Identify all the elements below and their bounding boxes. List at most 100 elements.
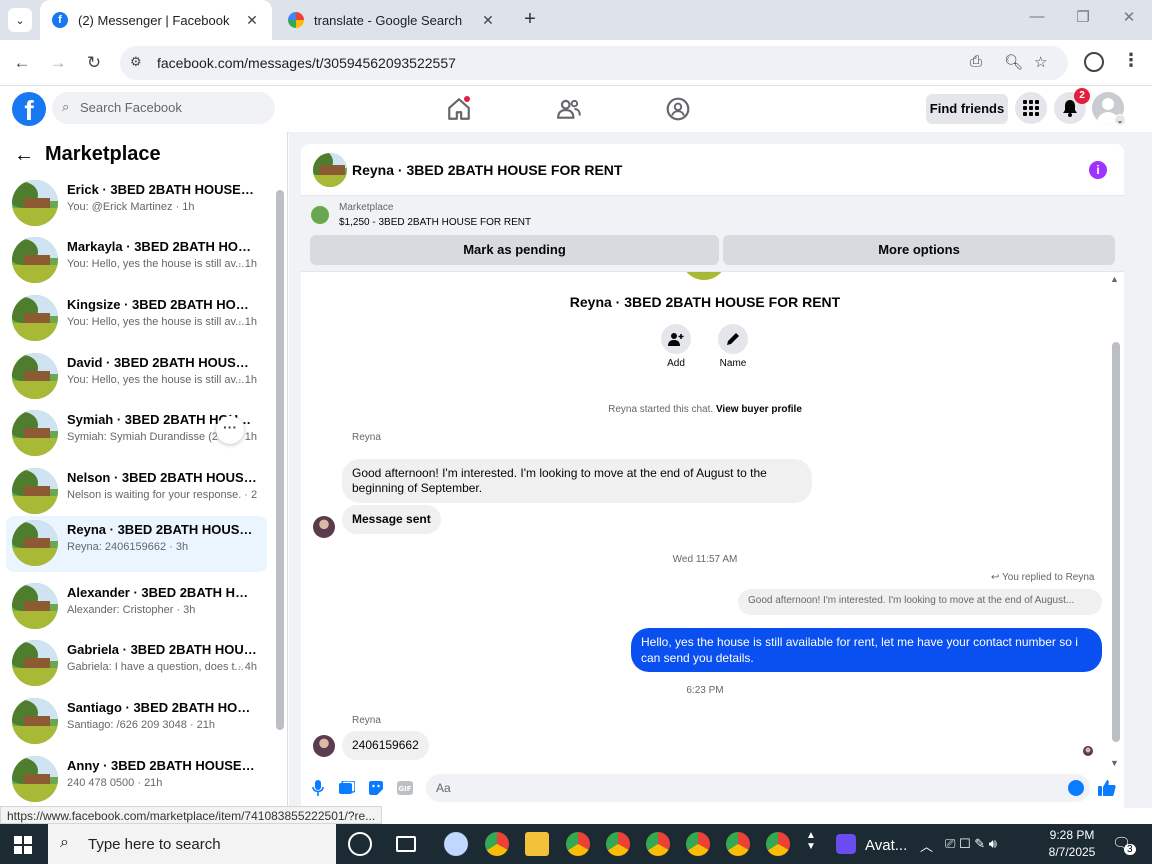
- conversation-preview: Gabriela: I have a question, does t... · …: [67, 661, 257, 673]
- friends-icon[interactable]: [556, 96, 582, 122]
- conversation-item[interactable]: David · 3BED 2BATH HOUSE FO... You: Hell…: [6, 349, 267, 405]
- sender-avatar[interactable]: [313, 516, 335, 538]
- close-window-icon[interactable]: ✕: [1106, 8, 1152, 32]
- sender-avatar[interactable]: [313, 735, 335, 757]
- search-placeholder: Search Facebook: [80, 100, 182, 115]
- windows-start-icon[interactable]: [14, 836, 32, 854]
- reload-icon[interactable]: ↻: [82, 51, 106, 75]
- menu-grid-icon[interactable]: [1015, 92, 1047, 124]
- chrome-icon[interactable]: [726, 832, 750, 856]
- info-icon[interactable]: i: [1089, 161, 1107, 179]
- sidebar-scrollbar[interactable]: [276, 190, 284, 730]
- close-tab-icon[interactable]: ✕: [244, 12, 260, 29]
- add-person-button[interactable]: [661, 324, 691, 354]
- browser-menu-icon[interactable]: ⋮: [1122, 50, 1140, 71]
- thread-scrollbar[interactable]: [1112, 342, 1120, 742]
- mark-as-pending-button[interactable]: Mark as pending: [310, 235, 719, 265]
- conversation-item[interactable]: Kingsize · 3BED 2BATH HOUSE ... You: Hel…: [6, 291, 267, 347]
- incoming-message[interactable]: Message sent: [342, 505, 441, 534]
- incoming-message[interactable]: 2406159662: [342, 731, 429, 760]
- outgoing-message[interactable]: Hello, yes the house is still available …: [631, 628, 1102, 672]
- cortana-icon[interactable]: [348, 832, 372, 856]
- chrome-icon[interactable]: [566, 832, 590, 856]
- gif-icon[interactable]: GIF: [396, 779, 414, 797]
- browser-profile-icon[interactable]: [1084, 52, 1104, 72]
- listing-thumbnail[interactable]: [313, 153, 347, 187]
- sidebar-title: Marketplace: [45, 143, 161, 165]
- microphone-icon[interactable]: [309, 779, 327, 797]
- quoted-message[interactable]: Good afternoon! I'm interested. I'm look…: [738, 589, 1102, 615]
- chrome-icon[interactable]: [485, 832, 509, 856]
- chat-pane: Reyna · 3BED 2BATH HOUSE FOR RENT i Mark…: [289, 132, 1152, 808]
- conversation-item[interactable]: Anny · 3BED 2BATH HOUSE FO... 240 478 05…: [6, 752, 267, 808]
- zoom-icon[interactable]: 🔍︎: [1004, 53, 1023, 71]
- like-thumbs-up-icon[interactable]: [1098, 779, 1116, 797]
- groups-icon[interactable]: [665, 96, 691, 122]
- clock-time[interactable]: 9:28 PM: [1044, 828, 1100, 842]
- scroll-down-icon[interactable]: ▼: [1110, 758, 1119, 768]
- tab-messenger[interactable]: f (2) Messenger | Facebook ✕: [40, 0, 272, 40]
- listing-thumbnail: [12, 698, 58, 744]
- bookmark-star-icon[interactable]: ☆: [1034, 53, 1047, 71]
- chrome-icon[interactable]: [646, 832, 670, 856]
- search-facebook-input[interactable]: ⌕ Search Facebook: [52, 92, 275, 124]
- conversation-name: Nelson · 3BED 2BATH HOUSE F...: [67, 470, 257, 485]
- more-options-icon[interactable]: ···: [216, 416, 244, 444]
- address-bar[interactable]: ⚙ facebook.com/messages/t/30594562093522…: [120, 46, 1068, 80]
- install-app-icon[interactable]: ⎙: [970, 53, 982, 70]
- system-tray-icons[interactable]: ⎚ ☐ ✎ 🔊︎: [945, 836, 997, 852]
- chrome-icon[interactable]: [606, 832, 630, 856]
- listing-price-title[interactable]: $1,250 - 3BED 2BATH HOUSE FOR RENT: [339, 217, 531, 228]
- chevron-down-icon[interactable]: ⌄: [1114, 114, 1126, 126]
- minimize-icon[interactable]: —: [1014, 8, 1060, 32]
- conversation-preview: Reyna: 2406159662 · 3h: [67, 541, 189, 553]
- conversation-item[interactable]: Gabriela · 3BED 2BATH HOUSE ... Gabriela…: [6, 636, 267, 692]
- find-friends-button[interactable]: Find friends: [926, 94, 1008, 124]
- chat-title[interactable]: Reyna · 3BED 2BATH HOUSE FOR RENT: [352, 162, 622, 178]
- tab-google-search[interactable]: translate - Google Search ✕: [276, 0, 508, 40]
- chevron-up-icon[interactable]: ︿: [920, 836, 933, 855]
- conversation-item[interactable]: Alexander · 3BED 2BATH HOUS... Alexander…: [6, 579, 267, 635]
- conversation-item[interactable]: Nelson · 3BED 2BATH HOUSE F... Nelson is…: [6, 464, 267, 520]
- incoming-message[interactable]: Good afternoon! I'm interested. I'm look…: [342, 459, 812, 503]
- view-buyer-profile-link[interactable]: View buyer profile: [716, 404, 802, 415]
- conversation-item[interactable]: Santiago · 3BED 2BATH HOUSE ... Santiago…: [6, 694, 267, 750]
- listing-thumbnail[interactable]: [311, 206, 329, 224]
- task-view-icon[interactable]: [396, 836, 416, 852]
- svg-text:GIF: GIF: [398, 785, 411, 793]
- taskbar-search-box[interactable]: ⌕ Type here to search: [48, 824, 336, 864]
- taskbar-scroll-icon[interactable]: ▲ ▼: [806, 830, 816, 852]
- chrome-icon[interactable]: [766, 832, 790, 856]
- conversation-preview: You: Hello, yes the house is still av...…: [67, 258, 257, 270]
- conversation-item[interactable]: Erick · 3BED 2BATH HOUSE FOR... You: @Er…: [6, 176, 267, 232]
- close-tab-icon[interactable]: ✕: [480, 12, 496, 29]
- conversation-item[interactable]: Markayla · 3BED 2BATH HOUSE ... You: Hel…: [6, 233, 267, 289]
- file-explorer-icon[interactable]: [525, 832, 549, 856]
- photo-icon[interactable]: [338, 779, 356, 797]
- more-options-button[interactable]: More options: [723, 235, 1115, 265]
- listing-thumbnail: [12, 237, 58, 283]
- add-person-icon: [668, 333, 684, 346]
- back-icon[interactable]: ←: [10, 51, 34, 75]
- message-input[interactable]: Aa: [426, 774, 1090, 802]
- maximize-icon[interactable]: ❐: [1060, 8, 1106, 32]
- scroll-up-icon[interactable]: ▲: [1110, 274, 1119, 284]
- avatar-app-icon[interactable]: [836, 834, 856, 854]
- listing-thumbnail: [12, 180, 58, 226]
- conversation-name: David · 3BED 2BATH HOUSE FO...: [67, 355, 257, 370]
- edit-name-button[interactable]: [718, 324, 748, 354]
- forward-icon[interactable]: →: [46, 51, 70, 75]
- conversation-item-active[interactable]: Reyna · 3BED 2BATH HOUSE FO... Reyna: 24…: [6, 516, 267, 572]
- listing-thumbnail: [12, 295, 58, 341]
- facebook-logo-icon[interactable]: f: [12, 92, 46, 126]
- new-tab-icon[interactable]: +: [518, 8, 542, 32]
- clock-date[interactable]: 8/7/2025: [1040, 845, 1104, 859]
- chrome-icon[interactable]: [686, 832, 710, 856]
- site-info-icon[interactable]: ⚙: [130, 54, 142, 70]
- app-icon[interactable]: [444, 832, 468, 856]
- sticker-icon[interactable]: [367, 779, 385, 797]
- back-arrow-icon[interactable]: ←: [14, 144, 34, 167]
- tab-search-icon[interactable]: ⌄: [8, 8, 32, 32]
- taskbar-app-label[interactable]: Avat...: [865, 837, 907, 854]
- emoji-icon[interactable]: [1068, 780, 1084, 796]
